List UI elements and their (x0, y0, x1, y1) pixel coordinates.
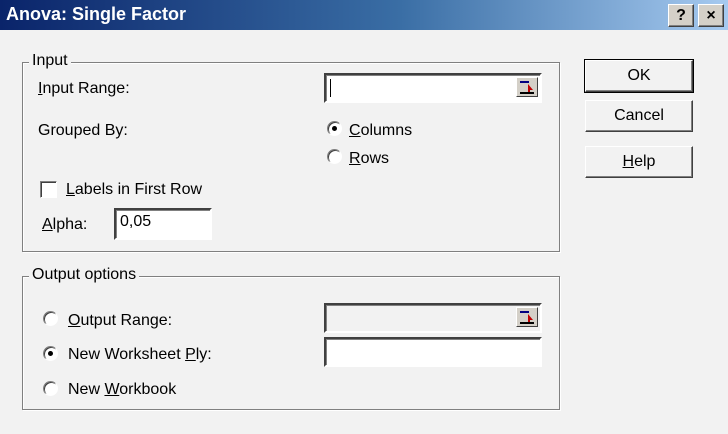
dialog-title: Anova: Single Factor (6, 4, 187, 24)
close-icon[interactable]: × (698, 4, 724, 27)
output-range-label[interactable]: Output Range: (68, 312, 172, 330)
cancel-button[interactable]: Cancel (585, 100, 693, 132)
output-range-radio[interactable] (43, 311, 58, 326)
rows-radio[interactable] (327, 149, 342, 164)
collapse-dialog-icon (520, 311, 534, 324)
anova-dialog: Anova: Single Factor ? × Input Input Ran… (0, 0, 728, 434)
input-range-label: Input Range: (38, 80, 130, 97)
title-bar: Anova: Single Factor ? × (0, 0, 728, 30)
ok-button[interactable]: OK (584, 59, 694, 93)
range-select-button[interactable] (516, 77, 538, 97)
radio-selected-dot (332, 126, 337, 131)
columns-label[interactable]: Columns (349, 122, 412, 140)
new-workbook-radio[interactable] (43, 381, 58, 396)
output-options-legend: Output options (29, 266, 140, 284)
help-icon[interactable]: ? (668, 4, 694, 27)
alpha-label: Alpha: (42, 216, 88, 233)
labels-first-row-checkbox[interactable] (40, 181, 57, 198)
text-caret (330, 79, 331, 97)
labels-first-row-label[interactable]: Labels in First Row (66, 181, 202, 199)
collapse-dialog-icon (520, 81, 534, 94)
columns-radio[interactable] (327, 121, 342, 136)
alpha-field[interactable]: 0,05 (114, 208, 212, 240)
new-worksheet-radio[interactable] (43, 346, 58, 361)
output-range-field[interactable] (324, 303, 542, 333)
rows-label[interactable]: Rows (349, 150, 389, 168)
grouped-by-label: Grouped By: (38, 122, 128, 139)
radio-selected-dot (48, 351, 53, 356)
new-worksheet-label[interactable]: New Worksheet Ply: (68, 346, 212, 364)
help-button[interactable]: Help (585, 146, 693, 178)
output-range-select-button[interactable] (516, 307, 538, 327)
new-worksheet-field[interactable] (324, 337, 542, 367)
input-group-legend: Input (29, 52, 71, 70)
new-workbook-label[interactable]: New Workbook (68, 381, 176, 399)
input-range-field[interactable] (324, 73, 542, 103)
